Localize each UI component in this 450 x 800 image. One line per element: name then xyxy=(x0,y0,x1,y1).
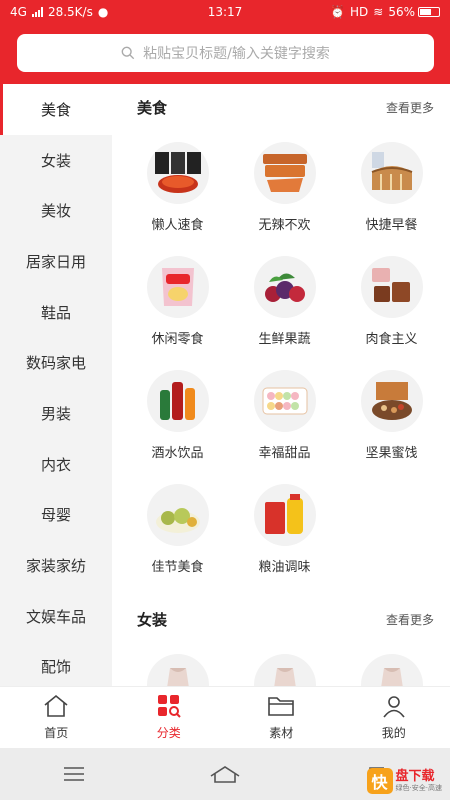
section-women: 女装 查看更多 xyxy=(112,596,450,686)
category-content: 美食 查看更多 懒人速食 无辣不欢 快捷早餐休闲零食 生鲜果蔬 肉食主义酒水饮品 幸福甜品… xyxy=(112,84,450,686)
nuts-icon xyxy=(360,370,423,432)
category-tile-label: 休闲零食 xyxy=(151,332,204,347)
sidebar-item[interactable]: 配饰 xyxy=(0,642,112,686)
battery-indicator: 56% xyxy=(388,5,440,19)
category-tile[interactable]: 坚果蜜饯 xyxy=(338,358,445,472)
alarm-icon: ⏰ xyxy=(330,5,345,19)
category-tile-label: 坚果蜜饯 xyxy=(365,446,418,461)
category-tile-label: 无辣不欢 xyxy=(258,218,311,233)
tab-user[interactable]: 我的 xyxy=(338,687,450,748)
section-title: 美食 xyxy=(137,98,168,117)
category-tile[interactable] xyxy=(124,642,231,686)
category-tile[interactable] xyxy=(338,642,445,686)
view-more-link[interactable]: 查看更多 xyxy=(386,99,434,116)
category-tile-label: 粮油调味 xyxy=(258,560,311,575)
chips-bag-icon xyxy=(146,256,209,318)
watermark-badge: 快 xyxy=(366,768,393,794)
category-tile-label: 佳节美食 xyxy=(151,560,204,575)
search-icon xyxy=(121,46,135,60)
dress-icon xyxy=(253,654,316,686)
category-tile[interactable]: 幸福甜品 xyxy=(231,358,338,472)
sidebar-item[interactable]: 母婴 xyxy=(0,490,112,541)
women-grid xyxy=(112,642,450,686)
dress-icon xyxy=(146,654,209,686)
category-tile-label: 幸福甜品 xyxy=(258,446,311,461)
category-tile[interactable]: 酒水饮品 xyxy=(124,358,231,472)
search-placeholder: 粘贴宝贝标题/输入关键字搜索 xyxy=(143,46,330,62)
tab-home[interactable]: 首页 xyxy=(0,687,113,748)
watermark-title: 盘下载 xyxy=(395,769,435,784)
network-label: 4G xyxy=(10,5,27,19)
instant-food-icon xyxy=(146,142,209,204)
macaron-icon xyxy=(253,370,316,432)
category-tile[interactable]: 肉食主义 xyxy=(338,244,445,358)
sidebar-item[interactable]: 男装 xyxy=(0,388,112,439)
sidebar-item[interactable]: 内衣 xyxy=(0,439,112,490)
clock: 13:17 xyxy=(207,5,243,19)
sidebar-item[interactable]: 居家日用 xyxy=(0,236,112,287)
status-bar: 4G 28.5K/s ● 13:17 ⏰ HD ≋ 56% xyxy=(0,0,450,24)
category-tile-label: 生鲜果蔬 xyxy=(258,332,311,347)
category-tile[interactable] xyxy=(231,642,338,686)
food-grid: 懒人速食 无辣不欢 快捷早餐休闲零食 生鲜果蔬 肉食主义酒水饮品 幸福甜品 坚果蜜饯佳节美食… xyxy=(112,130,450,586)
dress-icon xyxy=(360,654,423,686)
category-tile-label: 懒人速食 xyxy=(151,218,204,233)
spicy-snack-icon xyxy=(253,142,316,204)
user-icon xyxy=(381,694,407,721)
wifi-icon: ≋ xyxy=(373,5,384,19)
sidebar-item[interactable]: 美妆 xyxy=(0,185,112,236)
search-bar[interactable]: 粘贴宝贝标题/输入关键字搜索 xyxy=(17,34,434,72)
fruit-icon xyxy=(253,256,316,318)
bread-icon xyxy=(360,142,423,204)
menu-icon[interactable] xyxy=(62,765,86,783)
watermark-logo: 快 盘下载 绿色·安全·高速 xyxy=(366,768,442,794)
bottom-tab-bar: 首页 分类 素材 我的 xyxy=(0,686,450,748)
sidebar-item[interactable]: 家装家纺 xyxy=(0,540,112,591)
battery-label: 56% xyxy=(388,5,415,19)
category-tile-label: 快捷早餐 xyxy=(365,218,418,233)
tab-label: 分类 xyxy=(156,726,181,740)
network-speed: 28.5K/s xyxy=(47,5,93,19)
sidebar-item[interactable]: 女装 xyxy=(0,135,112,186)
category-tile-label: 酒水饮品 xyxy=(151,446,204,461)
home-icon xyxy=(42,694,70,721)
category-tile[interactable]: 懒人速食 xyxy=(124,130,231,244)
chat-icon: ● xyxy=(97,5,109,19)
category-tile[interactable]: 休闲零食 xyxy=(124,244,231,358)
hd-label: HD xyxy=(350,5,369,19)
category-tile[interactable]: 生鲜果蔬 xyxy=(231,244,338,358)
category-tile[interactable]: 佳节美食 xyxy=(124,472,231,586)
tab-label: 我的 xyxy=(381,726,406,740)
category-sidebar: 美食 女装 美妆 居家日用 鞋品 数码家电 男装 内衣 母婴 家装家纺 文娱车品 配饰 xyxy=(0,84,112,686)
dumpling-icon xyxy=(146,484,209,546)
app-header: 4G 28.5K/s ● 13:17 ⏰ HD ≋ 56% 粘贴宝贝标题/输入关… xyxy=(0,0,450,84)
section-food: 美食 查看更多 懒人速食 无辣不欢 快捷早餐休闲零食 生鲜果蔬 肉食主义酒水饮品 幸福甜品… xyxy=(112,84,450,586)
folder-icon xyxy=(267,694,295,721)
category-tile[interactable]: 快捷早餐 xyxy=(338,130,445,244)
tab-category[interactable]: 分类 xyxy=(113,687,226,748)
meat-icon xyxy=(360,256,423,318)
signal-icon xyxy=(31,7,43,17)
oil-rice-icon xyxy=(253,484,316,546)
drinks-icon xyxy=(146,370,209,432)
view-more-link[interactable]: 查看更多 xyxy=(386,611,434,628)
tab-label: 素材 xyxy=(269,726,294,740)
tab-label: 首页 xyxy=(44,726,69,740)
sidebar-item[interactable]: 美食 xyxy=(0,84,112,135)
watermark-subtitle: 绿色·安全·高速 xyxy=(395,784,442,792)
category-icon xyxy=(156,694,182,721)
sidebar-item[interactable]: 文娱车品 xyxy=(0,591,112,642)
sidebar-item[interactable]: 鞋品 xyxy=(0,287,112,338)
battery-icon xyxy=(418,7,440,17)
home-nav-icon[interactable] xyxy=(209,764,241,784)
category-tile[interactable]: 无辣不欢 xyxy=(231,130,338,244)
tab-folder[interactable]: 素材 xyxy=(225,687,338,748)
section-title: 女装 xyxy=(137,610,168,629)
sidebar-item[interactable]: 数码家电 xyxy=(0,337,112,388)
category-tile[interactable]: 粮油调味 xyxy=(231,472,338,586)
category-tile-label: 肉食主义 xyxy=(365,332,418,347)
